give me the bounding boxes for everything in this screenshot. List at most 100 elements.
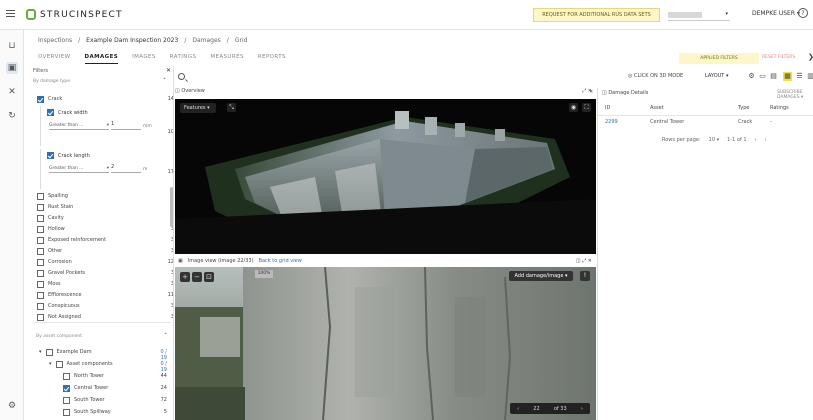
crack-width-operator[interactable]: Greater than ... ▾ — [49, 121, 109, 130]
expand-icon[interactable]: ❯ — [808, 53, 813, 61]
reset-filters-button[interactable]: RESET FILTERS — [762, 55, 795, 60]
filter-type-item[interactable]: Efflorescence — [37, 290, 82, 300]
checkbox[interactable] — [55, 360, 63, 368]
filter-type-item[interactable]: Conspicuous — [37, 301, 80, 311]
asset-tree-item[interactable]: North Tower — [63, 371, 104, 381]
crack-length-operator[interactable]: Greater than ... ▾ — [49, 164, 109, 173]
breadcrumb-damages[interactable]: Damages — [192, 37, 220, 44]
back-to-grid-link[interactable]: Back to grid view — [259, 258, 302, 264]
filter-type-item[interactable]: Hollow — [37, 224, 65, 234]
checkbox[interactable] — [37, 203, 44, 211]
search-icon[interactable] — [178, 73, 185, 80]
filter-type-item[interactable]: Gravel Pockets — [37, 268, 85, 278]
filter-crack-width[interactable]: Crack width — [47, 109, 88, 116]
image-current[interactable]: 22 — [533, 406, 539, 412]
checkbox[interactable] — [37, 192, 44, 200]
checkbox[interactable] — [37, 236, 44, 244]
tab-damages[interactable]: DAMAGES — [84, 54, 119, 64]
filter-type-item[interactable]: Corrosion — [37, 257, 72, 267]
chevron-down-icon[interactable]: ▾ — [49, 361, 52, 367]
tab-reports[interactable]: REPORTS — [258, 54, 286, 64]
column-id[interactable]: ID — [605, 105, 610, 111]
menu-icon[interactable] — [6, 10, 15, 17]
view-table-icon[interactable]: ▥ — [806, 72, 813, 81]
asset-tree-item[interactable]: ▾ Example Dam — [39, 347, 92, 357]
help-icon[interactable]: ? — [798, 8, 808, 18]
checkbox[interactable] — [37, 291, 44, 299]
breadcrumb-inspections[interactable]: Inspections — [38, 37, 72, 44]
prev-image-icon[interactable]: ‹ — [517, 406, 519, 412]
filter-type-item[interactable]: Not Assigned — [37, 312, 81, 322]
checkbox[interactable] — [63, 408, 70, 416]
zoom-out-icon[interactable]: − — [192, 272, 202, 282]
close-icon[interactable]: ✕ — [166, 67, 171, 74]
checkbox[interactable] — [37, 214, 44, 222]
3d-viewer[interactable]: Features ▾ ⤡ ◉ ⛶ — [175, 99, 596, 254]
checkbox[interactable] — [37, 280, 44, 288]
request-data-button[interactable]: REQUEST FOR ADDITIONAL RUS DATA SETS — [533, 8, 660, 22]
checkbox[interactable] — [37, 313, 44, 321]
asset-tree-item[interactable]: Central Tower — [63, 383, 108, 393]
checkbox-crack-width[interactable] — [47, 109, 54, 116]
inspections-icon[interactable]: ⊔ — [6, 40, 18, 52]
checkbox[interactable] — [45, 348, 53, 356]
layout-menu[interactable]: LAYOUT ▾ — [705, 73, 728, 79]
next-image-icon[interactable]: › — [581, 406, 583, 412]
checkbox-crack[interactable] — [37, 95, 44, 103]
checkbox[interactable] — [37, 225, 44, 233]
crack-width-input[interactable]: 1 — [111, 121, 141, 130]
checkbox[interactable] — [63, 384, 70, 392]
filter-type-item[interactable]: Moss — [37, 279, 61, 289]
settings-icon[interactable]: ⚙ — [6, 400, 18, 412]
filter-type-item[interactable]: Rust Stain — [37, 202, 73, 212]
crack-length-input[interactable]: 2 — [111, 164, 141, 173]
checkbox[interactable] — [37, 302, 44, 310]
view-grid-icon[interactable]: ▤ — [769, 72, 778, 81]
image-view-controls[interactable]: ◫ ⤢ ✕ — [576, 258, 592, 264]
cell-id[interactable]: 2299 — [605, 119, 618, 125]
subscribe-damages-menu[interactable]: SUBSCRIBE DAMAGES ▾ — [777, 90, 813, 100]
user-menu[interactable]: DEMPKE USER ▾ — [752, 10, 800, 17]
image-viewer[interactable]: + − ⊡ 100% Add damage/image ▾ ! ‹ 22 of … — [175, 267, 596, 420]
add-damage-button[interactable]: Add damage/image ▾ — [509, 271, 573, 281]
refresh-icon[interactable]: ↻ — [6, 110, 18, 122]
damages-icon[interactable]: ▣ — [6, 62, 18, 74]
camera-icon[interactable]: ◉ — [569, 103, 578, 112]
close-icon[interactable]: ✕ — [589, 89, 593, 95]
tab-ratings[interactable]: RATINGS — [170, 54, 197, 64]
tab-measures[interactable]: MEASURES — [210, 54, 244, 64]
column-ratings[interactable]: Ratings — [770, 105, 789, 111]
project-select[interactable]: ▾ — [668, 9, 730, 21]
filter-type-item[interactable]: Other — [37, 246, 62, 256]
checkbox[interactable] — [63, 396, 70, 404]
view-list-icon[interactable]: ☰ — [795, 72, 804, 81]
fullscreen-icon[interactable]: ⛶ — [582, 103, 591, 112]
chevron-up-icon[interactable]: ˆ — [164, 333, 167, 340]
features-button[interactable]: Features ▾ — [180, 103, 216, 113]
filter-crack-length[interactable]: Crack length — [47, 152, 90, 159]
tools-icon[interactable]: ✕ — [6, 86, 18, 98]
rows-per-page-select[interactable]: 10 ▾ — [709, 137, 719, 143]
asset-tree-item[interactable]: ▾ Asset components — [49, 359, 113, 369]
click-3d-mode[interactable]: ◎ CLICK ON 3D MODE — [628, 73, 683, 79]
prev-page-icon[interactable]: ‹ — [755, 137, 757, 143]
checkbox-crack-length[interactable] — [47, 152, 54, 159]
asset-tree-item[interactable]: South Spillway — [63, 407, 111, 417]
logo[interactable]: STRUCINSPECT — [26, 9, 123, 20]
reset-zoom-icon[interactable]: ⊡ — [204, 272, 214, 282]
filter-type-item[interactable]: Exposed reinforcement — [37, 235, 106, 245]
chevron-up-icon[interactable]: ˆ — [163, 78, 166, 85]
fit-view-icon[interactable]: ⤡ — [227, 103, 236, 112]
checkbox[interactable] — [37, 258, 44, 266]
view-image-icon[interactable]: ▦ — [783, 72, 792, 81]
next-page-icon[interactable]: › — [765, 137, 767, 143]
checkbox[interactable] — [37, 269, 44, 277]
filter-type-item[interactable]: Spalling — [37, 191, 68, 201]
filter-type-item[interactable]: Cavity — [37, 213, 64, 223]
info-icon[interactable]: ! — [580, 271, 590, 281]
breadcrumb-project[interactable]: Example Dam Inspection 2023 — [86, 37, 178, 44]
tab-images[interactable]: IMAGES — [132, 54, 156, 64]
asset-tree-item[interactable]: South Tower — [63, 395, 105, 405]
zoom-in-icon[interactable]: + — [180, 272, 190, 282]
view-split-icon[interactable]: ▭ — [758, 72, 767, 81]
